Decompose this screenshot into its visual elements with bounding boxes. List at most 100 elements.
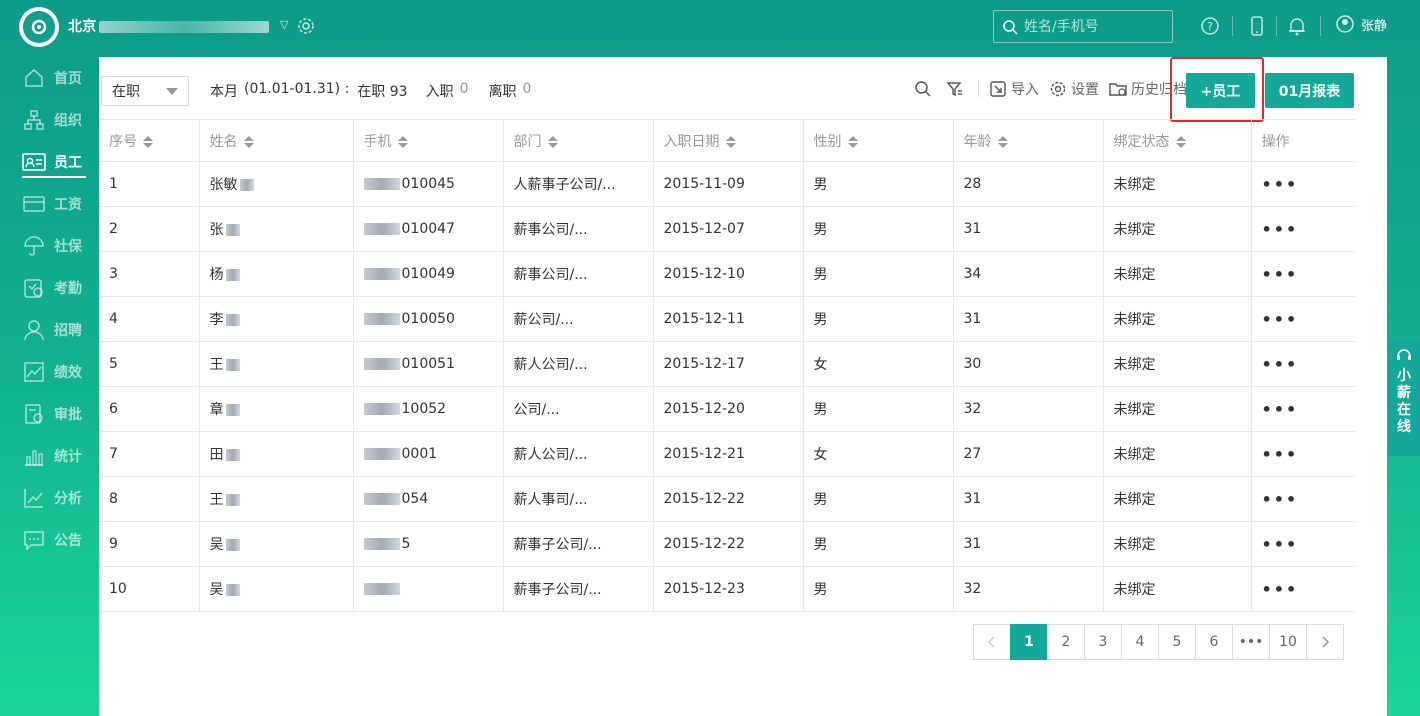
prev-page-button[interactable] [973, 624, 1011, 660]
more-actions-icon[interactable]: ••• [1262, 265, 1299, 284]
sort-icon[interactable] [243, 135, 254, 148]
column-header-dept[interactable]: 部门 [503, 119, 654, 162]
cell-phone-text: 054 [401, 491, 429, 507]
column-header-age[interactable]: 年龄 [953, 119, 1104, 162]
cell-phone-text: 0001 [401, 446, 438, 462]
sidebar-item-label: 首页 [54, 71, 82, 87]
mobile-icon[interactable] [1247, 14, 1267, 38]
filter-button[interactable] [946, 80, 968, 98]
sort-icon[interactable] [1175, 135, 1186, 148]
table-row[interactable]: 8 王 054 薪人事司/... 2015-12-22 男 31 未绑定 ••• [99, 476, 1355, 522]
page-button[interactable]: 5 [1158, 624, 1196, 660]
page-button[interactable]: 10 [1269, 624, 1307, 660]
table-row[interactable]: 4 李 010050 薪公司/... 2015-12-11 男 31 未绑定 ••• [99, 296, 1355, 342]
sort-icon[interactable] [547, 135, 558, 148]
table-row[interactable]: 5 王 010051 薪人公司/... 2015-12-17 女 30 未绑定 ••• [99, 341, 1355, 387]
page-button[interactable]: 6 [1195, 624, 1233, 660]
more-actions-icon[interactable]: ••• [1262, 355, 1299, 374]
cell-actions: ••• [1251, 296, 1355, 342]
help-icon[interactable]: ? [1200, 14, 1220, 38]
sidebar-item-home[interactable]: 首页 [22, 63, 82, 93]
cell-age-text: 31 [963, 221, 982, 237]
sidebar-item-salary[interactable]: 工资 [22, 189, 82, 219]
more-actions-icon[interactable]: ••• [1262, 490, 1299, 509]
column-header-phone[interactable]: 手机 [353, 119, 504, 162]
cell-dept-text: 薪公司/... [513, 312, 574, 328]
table-row[interactable]: 3 杨 010049 薪事公司/... 2015-12-10 男 34 未绑定 ••• [99, 251, 1355, 297]
settings-button[interactable]: 设置 [1049, 79, 1099, 99]
page-ellipsis-button[interactable]: ••• [1232, 624, 1270, 660]
page-button[interactable]: 4 [1121, 624, 1159, 660]
more-actions-icon[interactable]: ••• [1262, 535, 1299, 554]
sort-icon[interactable] [397, 135, 408, 148]
import-button[interactable]: 导入 [989, 79, 1039, 99]
sort-icon[interactable] [725, 135, 736, 148]
sidebar-item-statistics[interactable]: 统计 [22, 441, 82, 471]
cell-name-text: 章 [209, 402, 224, 418]
search-input[interactable] [1024, 18, 1164, 35]
monthly-report-button[interactable]: 01月报表 [1265, 73, 1354, 108]
sort-icon[interactable] [847, 135, 858, 148]
logo-icon [23, 11, 55, 43]
column-header-gender[interactable]: 性别 [803, 119, 954, 162]
cell-gender: 男 [803, 161, 954, 207]
sort-icon[interactable] [997, 135, 1008, 148]
cell-name-text: 田 [209, 447, 224, 463]
bell-icon[interactable] [1287, 14, 1307, 38]
user-menu[interactable]: 张静 [1335, 14, 1387, 34]
cell-binding-status-text: 未绑定 [1113, 582, 1156, 598]
table-row[interactable]: 10 吴 薪事子公司/... 2015-12-23 男 32 未绑定 ••• [99, 566, 1355, 612]
sidebar-item-approval[interactable]: 审批 [22, 399, 82, 429]
top-separator [1232, 16, 1233, 36]
online-service-tab[interactable]: 小薪在线 [1388, 338, 1420, 456]
sidebar-item-social-security[interactable]: 社保 [22, 231, 82, 261]
employment-status-select[interactable]: 在职 [101, 76, 189, 106]
page-button[interactable]: 2 [1047, 624, 1085, 660]
attendance-icon [22, 276, 46, 300]
column-header-no[interactable]: 序号 [99, 119, 200, 162]
column-header-name[interactable]: 姓名 [199, 119, 354, 162]
column-header-join-date[interactable]: 入职日期 [653, 119, 804, 162]
more-actions-icon[interactable]: ••• [1262, 400, 1299, 419]
summary-left-count: 0 [522, 81, 532, 97]
table-row[interactable]: 1 张敏 010045 人薪事子公司/... 2015-11-09 男 28 未绑定 ••• [99, 161, 1355, 207]
cell-no: 9 [99, 521, 200, 567]
search-box[interactable] [993, 10, 1173, 43]
sidebar-item-performance[interactable]: 绩效 [22, 357, 82, 387]
redacted-text [225, 224, 240, 236]
sidebar-item-attendance[interactable]: 考勤 [22, 273, 82, 303]
page-button[interactable]: 1 [1010, 624, 1048, 660]
cell-actions: ••• [1251, 206, 1355, 252]
top-separator [1320, 16, 1321, 36]
gear-icon [1050, 81, 1066, 97]
company-name[interactable]: 北京 [68, 16, 269, 36]
redacted-text [239, 179, 254, 191]
column-header-binding-status[interactable]: 绑定状态 [1103, 119, 1252, 162]
sidebar-item-notice[interactable]: 公告 [22, 525, 82, 555]
more-actions-icon[interactable]: ••• [1262, 310, 1299, 329]
cell-phone: 010051 [353, 341, 504, 387]
sidebar-item-employee[interactable]: 员工 [22, 147, 82, 177]
sidebar-item-analysis[interactable]: 分析 [22, 483, 82, 513]
top-bar: 北京 ▽ ? 张静 [0, 0, 1420, 56]
cell-binding-status-text: 未绑定 [1113, 312, 1156, 328]
table-row[interactable]: 2 张 010047 薪事公司/... 2015-12-07 男 31 未绑定 ••• [99, 206, 1355, 252]
next-page-button[interactable] [1306, 624, 1344, 660]
sidebar-item-label: 统计 [54, 449, 82, 465]
more-actions-icon[interactable]: ••• [1262, 580, 1299, 599]
table-row[interactable]: 9 吴 5 薪事子公司/... 2015-12-22 男 31 未绑定 ••• [99, 521, 1355, 567]
table-row[interactable]: 7 田 0001 薪人公司/... 2015-12-21 女 27 未绑定 ••• [99, 431, 1355, 477]
cell-gender-text: 男 [813, 312, 828, 328]
company-dropdown-caret-icon[interactable]: ▽ [280, 18, 288, 31]
table-search-button[interactable] [914, 80, 936, 98]
table-row[interactable]: 6 章 10052 公司/... 2015-12-20 男 32 未绑定 ••• [99, 386, 1355, 432]
company-gear-icon[interactable] [296, 16, 316, 40]
more-actions-icon[interactable]: ••• [1262, 220, 1299, 239]
more-actions-icon[interactable]: ••• [1262, 445, 1299, 464]
sidebar-item-recruit[interactable]: 招聘 [22, 315, 82, 345]
page-button[interactable]: 3 [1084, 624, 1122, 660]
more-actions-icon[interactable]: ••• [1262, 175, 1299, 194]
app-logo[interactable] [19, 7, 59, 47]
sidebar-item-org[interactable]: 组织 [22, 105, 82, 135]
sort-icon[interactable] [143, 135, 153, 148]
